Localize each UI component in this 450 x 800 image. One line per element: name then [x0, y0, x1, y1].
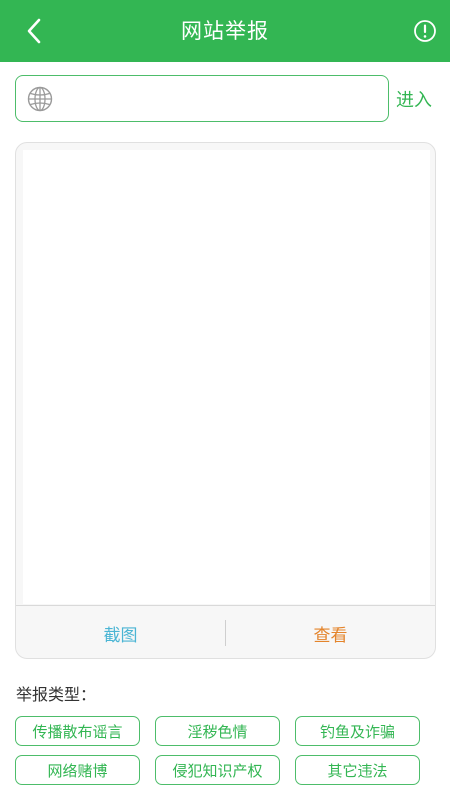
globe-icon [27, 86, 53, 112]
exclamation-circle-icon [414, 20, 436, 42]
top-bar: 网站举报 [0, 0, 450, 62]
tag-phishing-fraud[interactable]: 钓鱼及诈骗 [295, 716, 420, 746]
website-preview-card: 截图 查看 [15, 142, 436, 659]
report-types-label: 举报类型： [16, 685, 97, 704]
url-input[interactable] [62, 82, 382, 116]
report-website-screen: 网站举报 进入 截图 查看 举报类型： 传播散布谣言 淫秽色情 钓鱼及诈骗 网络… [0, 0, 450, 800]
tag-pornography[interactable]: 淫秽色情 [155, 716, 280, 746]
enter-button[interactable]: 进入 [396, 86, 432, 112]
tag-online-gambling[interactable]: 网络赌博 [15, 755, 140, 785]
tag-ip-infringement[interactable]: 侵犯知识产权 [155, 755, 280, 785]
preview-actions: 截图 查看 [16, 606, 435, 658]
website-preview-area [23, 150, 430, 604]
screenshot-button[interactable]: 截图 [16, 621, 225, 646]
page-title: 网站举报 [181, 19, 269, 43]
tag-rumors[interactable]: 传播散布谣言 [15, 716, 140, 746]
view-button[interactable]: 查看 [226, 621, 435, 646]
info-button[interactable] [410, 16, 440, 46]
tag-other-illegal[interactable]: 其它违法 [295, 755, 420, 785]
url-field[interactable] [15, 75, 389, 122]
